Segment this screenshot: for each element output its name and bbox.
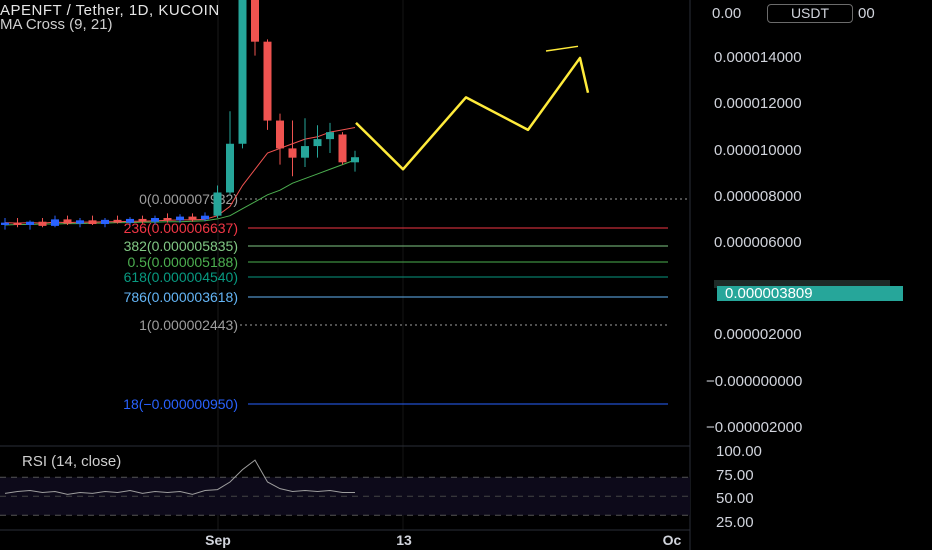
- fib-level-label: 18(−0.000000950): [123, 396, 238, 412]
- price-axis-label: 0.000010000: [714, 142, 802, 159]
- projection-polyline[interactable]: [355, 56, 590, 171]
- candle-body: [151, 218, 159, 222]
- ma-cross-lines: [4, 127, 356, 226]
- candle-body: [276, 120, 284, 149]
- last-price-label: 0.000003809: [717, 286, 903, 301]
- candle-body: [201, 215, 209, 220]
- candle-body: [138, 218, 147, 222]
- price-axis-label: 0.000002000: [714, 326, 802, 343]
- candle-body: [101, 219, 109, 225]
- price-axis-label: −0.000000000: [706, 373, 802, 390]
- indicator-label[interactable]: MA Cross (9, 21): [0, 16, 113, 33]
- projection-path[interactable]: [355, 45, 590, 171]
- price-axis-label: 00: [858, 5, 875, 22]
- candle-body: [263, 41, 272, 121]
- candle-body: [226, 143, 234, 193]
- candle-body: [326, 132, 334, 140]
- candle-body: [76, 220, 84, 224]
- fib-level-label: 0(0.000007932): [139, 191, 238, 207]
- candle-body: [213, 192, 222, 216]
- candle-body: [88, 220, 97, 225]
- price-axis-label: −0.000002000: [706, 419, 802, 436]
- fib-level-label: 786(0.000003618): [124, 289, 238, 305]
- candle-body: [238, 0, 247, 144]
- price-axis-label: 0.00: [712, 5, 741, 22]
- price-axis-label: 0.000008000: [714, 188, 802, 205]
- candle-body: [313, 139, 322, 147]
- rsi-axis-label: 50.00: [716, 490, 754, 507]
- candle-body: [251, 0, 259, 42]
- candle-body: [13, 222, 22, 225]
- rsi-axis-label: 100.00: [716, 443, 762, 460]
- fib-level-label: 618(0.000004540): [124, 269, 238, 285]
- rsi-label[interactable]: RSI (14, close): [22, 453, 121, 470]
- candle-body: [338, 134, 347, 163]
- ma-fast-line: [4, 127, 356, 224]
- price-axis-label: 0.000012000: [714, 95, 802, 112]
- time-axis-label: Sep: [205, 532, 231, 548]
- candle-body: [301, 146, 309, 158]
- candle-body: [38, 221, 47, 226]
- candle-body: [351, 157, 359, 163]
- fib-level-label: 382(0.000005835): [124, 238, 238, 254]
- fib-level-label: 1(0.000002443): [139, 317, 238, 333]
- candle-body: [163, 218, 172, 221]
- price-axis[interactable]: 0.00 00 0.000014000 0.000012000 0.000010000 0…: [706, 5, 890, 436]
- time-axis[interactable]: Sep 13 Oc: [205, 532, 681, 548]
- candle-body: [26, 221, 34, 225]
- candle-body: [1, 222, 9, 225]
- rsi-axis-label: 75.00: [716, 467, 754, 484]
- projection-arrow-line: [545, 45, 579, 52]
- price-axis-label: 0.000006000: [714, 234, 802, 251]
- fib-level-label: 0.5(0.000005188): [127, 254, 238, 270]
- candle-body: [63, 219, 72, 224]
- time-axis-label: Oc: [663, 532, 682, 548]
- chart-canvas[interactable]: 0(0.000007932)236(0.000006637)382(0.0000…: [0, 0, 932, 550]
- time-axis-label: 13: [396, 532, 412, 548]
- candle-body: [288, 148, 297, 158]
- candle-body: [51, 219, 59, 226]
- candle-body: [113, 219, 122, 223]
- candle-body: [176, 216, 184, 221]
- price-axis-label: 0.000014000: [714, 49, 802, 66]
- candle-body: [126, 218, 134, 223]
- rsi-axis-label: 25.00: [716, 514, 754, 531]
- fib-retracement[interactable]: 0(0.000007932)236(0.000006637)382(0.0000…: [123, 191, 690, 412]
- currency-button[interactable]: USDT: [767, 4, 853, 23]
- candle-body: [188, 216, 197, 220]
